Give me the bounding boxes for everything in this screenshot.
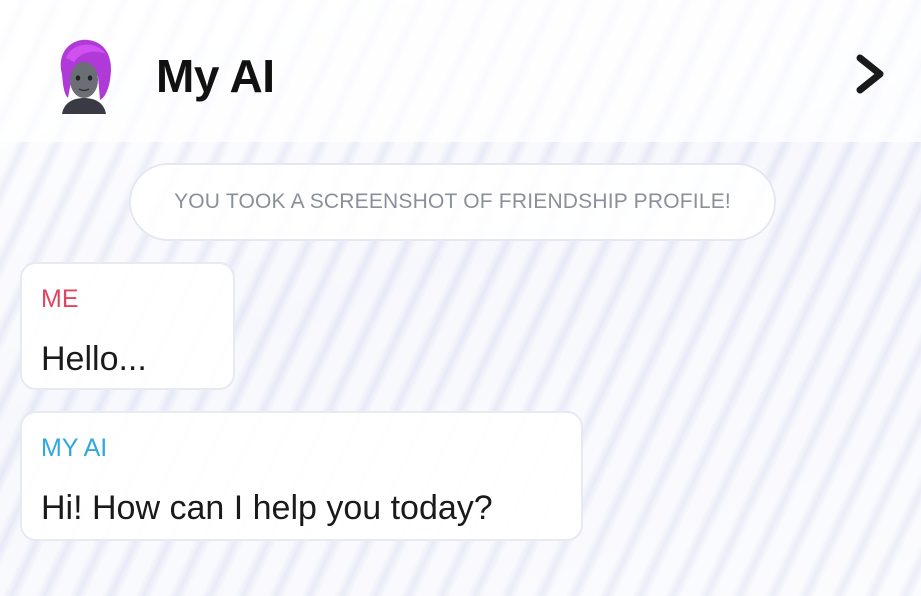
screenshot-notice-text: YOU TOOK A SCREENSHOT OF FRIENDSHIP PROF…: [174, 190, 731, 213]
message-bubble-my-ai[interactable]: MY AI Hi! How can I help you today?: [20, 411, 583, 541]
message-bubble-me[interactable]: ME Hello...: [20, 262, 235, 390]
screenshot-notice: YOU TOOK A SCREENSHOT OF FRIENDSHIP PROF…: [129, 163, 776, 241]
sender-label-me: ME: [41, 285, 79, 313]
message-text-my-ai: Hi! How can I help you today?: [41, 489, 493, 527]
sender-label-my-ai: MY AI: [41, 434, 108, 462]
chat-title: My AI: [156, 50, 275, 102]
message-text-me: Hello...: [41, 340, 147, 378]
chevron-right-icon[interactable]: [852, 52, 888, 96]
chat-header: My AI: [0, 0, 921, 142]
bitmoji-avatar-icon[interactable]: [52, 36, 116, 114]
